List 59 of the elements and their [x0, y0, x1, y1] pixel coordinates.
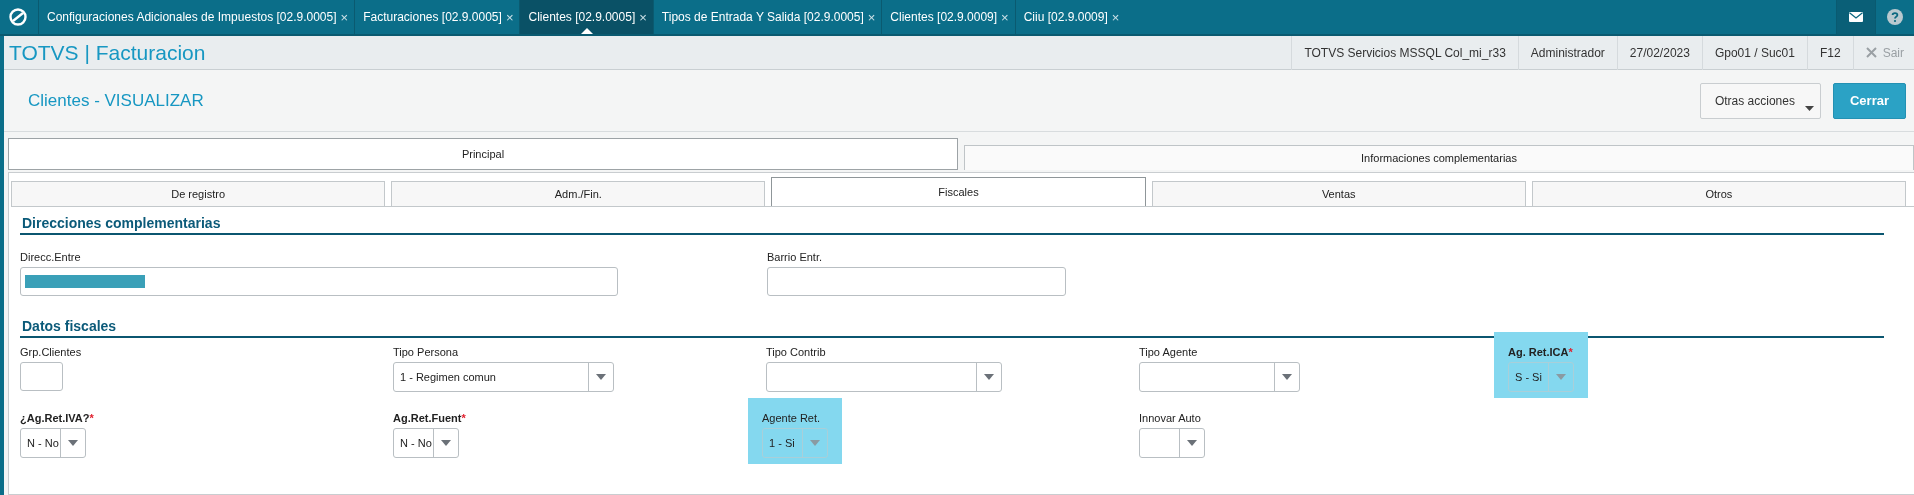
page-title: Clientes - VISUALIZAR: [28, 90, 204, 111]
info-text: Administrador: [1517, 35, 1617, 70]
app-tab[interactable]: Clientes [02.9.0009] ×: [881, 0, 1015, 34]
caret-icon: [596, 374, 606, 380]
close-icon[interactable]: ×: [340, 9, 349, 25]
mail-icon[interactable]: [1849, 12, 1863, 22]
text-field[interactable]: [20, 362, 63, 391]
app-title: TOTVS | Facturacion: [8, 40, 206, 65]
caret-icon: [1187, 440, 1197, 446]
info-text: 27/02/2023: [1616, 35, 1702, 70]
caret-icon: [1804, 105, 1814, 111]
close-icon[interactable]: ×: [1111, 9, 1120, 25]
app-tab[interactable]: Clientes [02.9.0005] ×: [519, 0, 653, 34]
dropdown[interactable]: N - No: [393, 428, 459, 458]
dropdown[interactable]: 1 - Regimen comun: [393, 362, 614, 392]
dropdown[interactable]: N - No: [20, 428, 86, 458]
field-label: Tipo Contrib: [766, 346, 827, 358]
section-heading: Direcciones complementarias: [20, 215, 1884, 235]
field-label: ¿Ag.Ret.IVA?*: [20, 412, 94, 424]
app-tab[interactable]: Ciiu [02.9.0009] ×: [1014, 0, 1126, 34]
tab[interactable]: Adm./Fin.: [391, 181, 766, 206]
field-label: Tipo Agente: [1139, 346, 1199, 358]
field-label: Direcc.Entre: [20, 251, 82, 263]
tab[interactable]: Principal: [8, 138, 958, 170]
logo-icon[interactable]: [9, 8, 27, 26]
actions-button[interactable]: Otras acciones: [1699, 82, 1821, 119]
field-label: Agente Ret.: [762, 412, 822, 424]
caret-icon: [68, 440, 78, 446]
caret-icon: [1282, 374, 1292, 380]
info-text: TOTVS Servicios MSSQL Col_mi_r33: [1291, 35, 1518, 70]
field-label: Grp.Clientes: [20, 346, 82, 358]
dropdown[interactable]: [766, 362, 1002, 392]
field-label: Ag.Ret.Fuent*: [393, 412, 466, 424]
close-icon[interactable]: ×: [639, 9, 647, 25]
dropdown[interactable]: [1139, 362, 1300, 392]
tab[interactable]: De registro: [11, 181, 386, 206]
app-tab[interactable]: Tipos de Entrada Y Salida [02.9.0005] ×: [652, 0, 882, 34]
info-text: F12: [1806, 35, 1853, 70]
caret-icon: [441, 440, 451, 446]
field-label: Innovar Auto: [1139, 412, 1202, 424]
field-label: Tipo Persona: [393, 346, 460, 358]
close-icon[interactable]: ×: [867, 9, 876, 25]
tab[interactable]: Otros: [1531, 181, 1906, 206]
tab[interactable]: Ventas: [1151, 181, 1526, 206]
field-label: Ag. Ret.ICA*: [1508, 346, 1574, 358]
help-icon[interactable]: [1887, 9, 1903, 25]
text-field[interactable]: [20, 267, 618, 296]
caret-icon: [984, 374, 994, 380]
caret-icon: [1556, 374, 1566, 380]
tab[interactable]: Fiscales: [771, 177, 1146, 206]
info-text: Gpo01 / Suc01: [1701, 35, 1807, 70]
text-field[interactable]: [767, 267, 1066, 296]
tab[interactable]: Informaciones complementarias: [964, 145, 1914, 170]
close-icon[interactable]: ×: [1001, 9, 1009, 25]
dropdown[interactable]: [1139, 428, 1205, 458]
close-icon[interactable]: ×: [505, 9, 514, 25]
caret-icon: [810, 440, 820, 446]
field-label: Barrio Entr.: [767, 251, 824, 263]
app-tab[interactable]: Configuraciones Adicionales de Impuestos [02.9.0005] ×: [38, 0, 355, 34]
